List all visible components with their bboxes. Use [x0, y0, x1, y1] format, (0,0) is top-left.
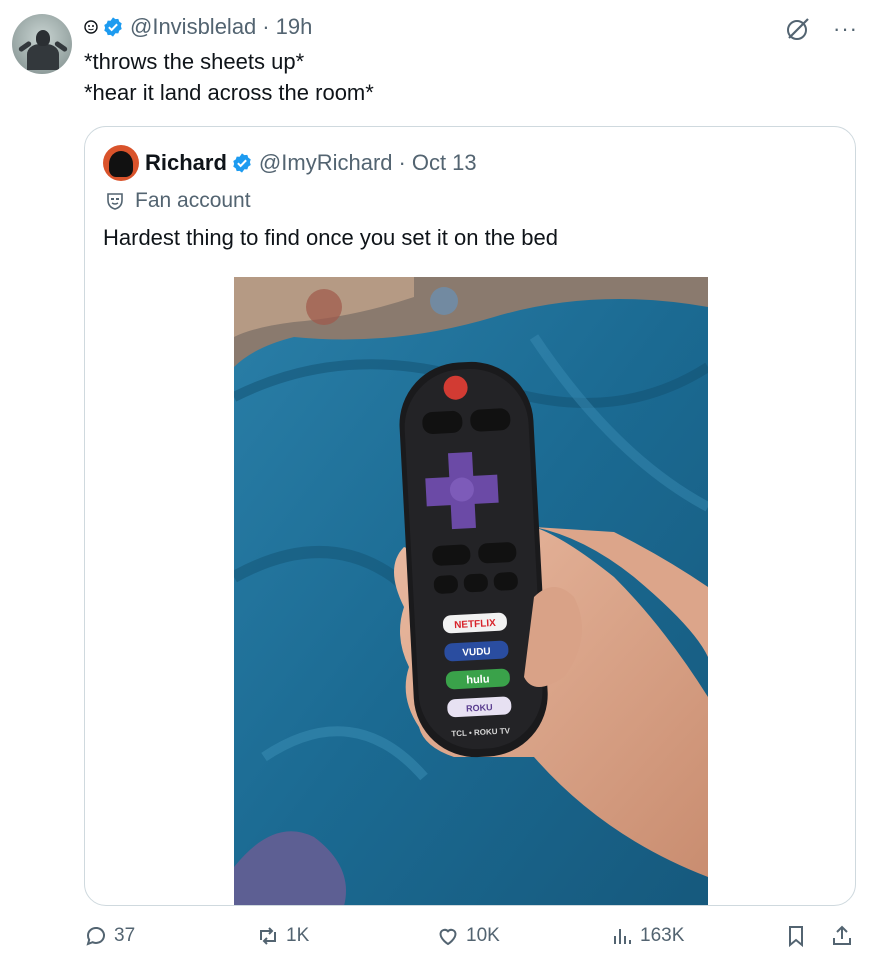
views-button[interactable]: 163K [610, 924, 684, 948]
bookmark-button[interactable] [784, 924, 814, 948]
timestamp[interactable]: 19h [276, 14, 313, 40]
quoted-author-name[interactable]: Richard [145, 150, 227, 176]
quoted-avatar[interactable] [103, 145, 139, 181]
views-icon [614, 929, 631, 944]
repost-icon [260, 927, 276, 945]
quoted-photo[interactable]: NETFLIX VUDU hulu ROKU TCL • ROKU TV [234, 277, 708, 905]
fan-account-label: Fan account [105, 189, 251, 213]
verified-badge-icon [233, 153, 251, 173]
quoted-handle[interactable]: @ImyRichard [259, 150, 393, 176]
tweet-text-line: *throws the sheets up* [84, 49, 305, 74]
separator: · [262, 14, 270, 39]
like-icon [439, 928, 457, 946]
more-icon[interactable]: ··· [833, 18, 858, 40]
tweet-text: *throws the sheets up* *hear it land acro… [84, 46, 374, 108]
tweet-header: @Invisblelad · 19h [84, 12, 312, 42]
verified-badge-icon [104, 17, 122, 37]
action-bar: 37 1K 10K 163K [0, 924, 876, 960]
repost-count: 1K [286, 925, 310, 946]
reply-icon [86, 927, 105, 946]
avatar[interactable] [12, 14, 72, 74]
quoted-date[interactable]: Oct 13 [412, 150, 477, 176]
fan-account-text: Fan account [135, 189, 251, 212]
grok-icon[interactable] [785, 16, 811, 42]
quoted-header: Richard @ImyRichard · Oct 13 [145, 147, 477, 179]
repost-button[interactable]: 1K [256, 924, 309, 948]
separator: · [398, 150, 406, 175]
reply-button[interactable]: 37 [84, 924, 135, 948]
status-icon [84, 20, 98, 34]
netflix-button-label: NETFLIX [454, 618, 497, 631]
bookmark-icon [789, 926, 803, 948]
views-count: 163K [640, 925, 685, 946]
vudu-button-label: VUDU [462, 646, 491, 658]
quoted-tweet-card[interactable]: Richard @ImyRichard · Oct 13 Fan account… [84, 126, 856, 906]
author-handle[interactable]: @Invisblelad [130, 14, 256, 40]
mask-icon [107, 193, 123, 210]
roku-button-label: ROKU [466, 702, 493, 713]
like-button[interactable]: 10K [436, 924, 500, 948]
share-icon [833, 925, 851, 945]
quoted-text: Hardest thing to find once you set it on… [103, 225, 558, 250]
tweet-text-line: *hear it land across the room* [84, 80, 374, 105]
photo-illustration: NETFLIX VUDU hulu ROKU TCL • ROKU TV [234, 277, 708, 905]
reply-count: 37 [114, 925, 136, 946]
hulu-button-label: hulu [466, 673, 490, 686]
share-button[interactable] [830, 924, 860, 948]
tweet-top-actions: ··· [785, 16, 858, 42]
like-count: 10K [466, 925, 500, 946]
